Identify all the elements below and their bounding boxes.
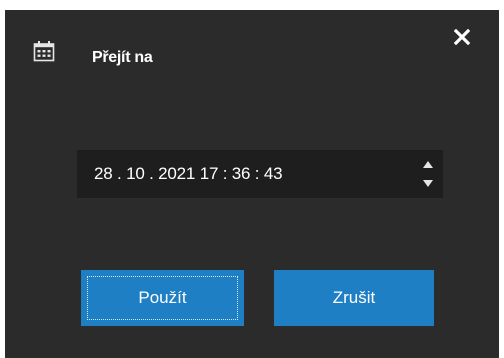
spin-up-button[interactable] <box>421 158 435 170</box>
spin-down-button[interactable] <box>421 177 435 189</box>
cancel-button-label: Zrušit <box>332 288 376 307</box>
apply-button-label: Použít <box>138 288 187 307</box>
apply-button[interactable]: Použít <box>81 270 244 326</box>
dialog-title: Přejít na <box>92 49 153 66</box>
cancel-button[interactable]: Zrušit <box>274 270 434 326</box>
go-to-dialog: Přejít na 28 . 10 . 2021 17 : 36 : 43 Po… <box>5 10 499 358</box>
datetime-input[interactable]: 28 . 10 . 2021 17 : 36 : 43 <box>77 150 443 198</box>
datetime-value[interactable]: 28 . 10 . 2021 17 : 36 : 43 <box>94 164 283 184</box>
triangle-down-icon <box>423 179 433 187</box>
close-icon <box>454 29 470 45</box>
close-button[interactable] <box>449 24 475 50</box>
triangle-up-icon <box>423 160 433 168</box>
calendar-icon <box>33 40 55 62</box>
